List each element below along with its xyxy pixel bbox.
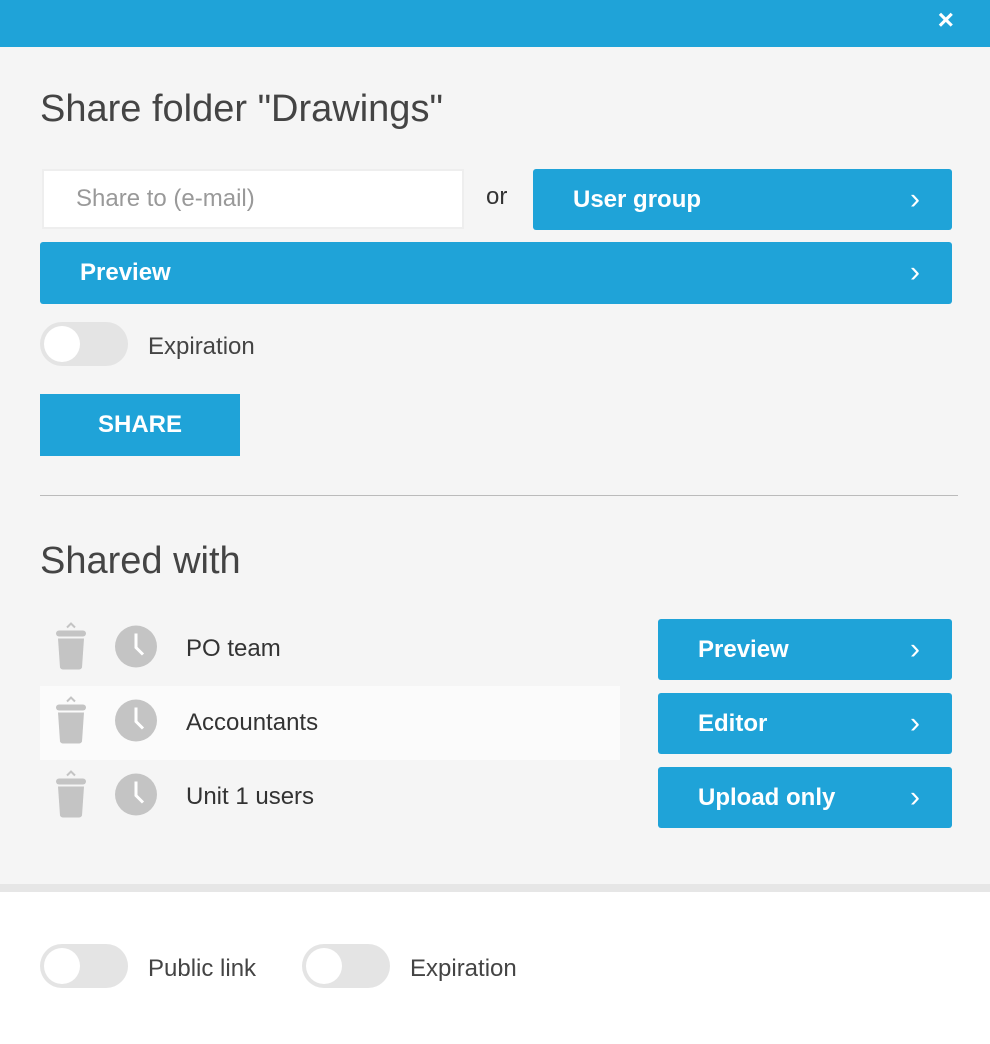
or-label: or bbox=[486, 183, 508, 210]
shared-item: PO team bbox=[40, 612, 620, 686]
clock-icon[interactable] bbox=[114, 773, 158, 822]
permission-label: Editor bbox=[698, 709, 768, 737]
trash-icon[interactable] bbox=[54, 622, 88, 677]
close-icon[interactable]: × bbox=[938, 4, 954, 36]
shared-item-name: Accountants bbox=[186, 709, 319, 736]
chevron-right-icon: › bbox=[910, 779, 920, 813]
divider bbox=[40, 495, 958, 496]
footer-separator bbox=[0, 884, 990, 892]
trash-icon[interactable] bbox=[54, 696, 88, 751]
expiration-label: Expiration bbox=[148, 333, 255, 360]
expiration-toggle[interactable] bbox=[40, 322, 128, 366]
user-group-button[interactable]: User group › bbox=[533, 169, 952, 230]
shared-item: Accountants bbox=[40, 686, 620, 760]
email-input[interactable] bbox=[42, 169, 464, 229]
clock-icon[interactable] bbox=[114, 699, 158, 748]
chevron-right-icon: › bbox=[910, 255, 920, 289]
clock-icon[interactable] bbox=[114, 625, 158, 674]
permission-label: Upload only bbox=[698, 783, 836, 811]
permission-label: Preview bbox=[80, 259, 171, 286]
dialog-title: Share folder "Drawings" bbox=[40, 88, 443, 130]
dialog-header: × bbox=[0, 0, 990, 47]
shared-item-name: Unit 1 users bbox=[186, 783, 315, 810]
chevron-right-icon: › bbox=[910, 705, 920, 739]
shared-item-permission-button[interactable]: Editor › bbox=[658, 693, 952, 754]
trash-icon[interactable] bbox=[54, 770, 88, 825]
share-button[interactable]: SHARE bbox=[40, 394, 240, 456]
shared-item-permission-button[interactable]: Preview › bbox=[658, 619, 952, 680]
footer-expiration-label: Expiration bbox=[410, 955, 517, 982]
footer: Public link Expiration bbox=[0, 892, 990, 1044]
public-link-label: Public link bbox=[148, 955, 257, 982]
chevron-right-icon: › bbox=[910, 181, 920, 215]
shared-with-title: Shared with bbox=[40, 540, 241, 582]
user-group-label: User group bbox=[573, 185, 702, 213]
chevron-right-icon: › bbox=[910, 631, 920, 665]
shared-item-permission-button[interactable]: Upload only › bbox=[658, 767, 952, 828]
permission-select[interactable]: Preview › bbox=[40, 242, 952, 304]
permission-label: Preview bbox=[698, 635, 789, 663]
public-link-toggle[interactable] bbox=[40, 944, 128, 988]
shared-item: Unit 1 users bbox=[40, 760, 620, 834]
footer-expiration-toggle[interactable] bbox=[302, 944, 390, 988]
shared-item-name: PO team bbox=[186, 635, 281, 662]
